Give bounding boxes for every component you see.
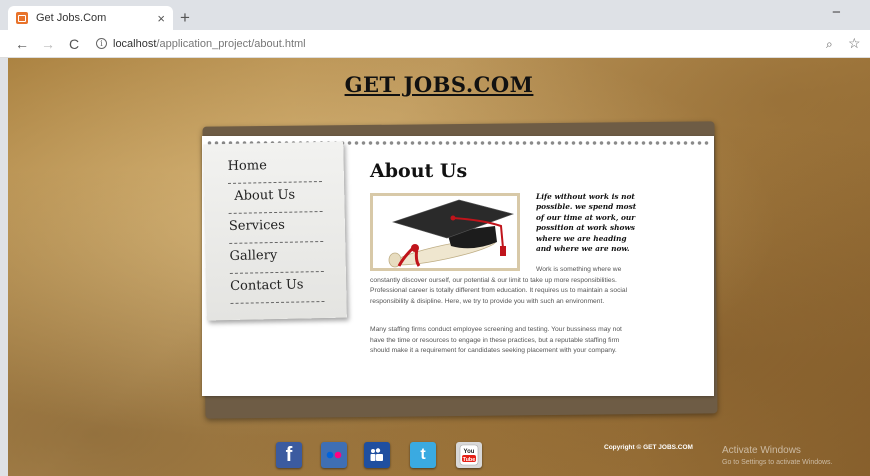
- site-favicon-icon: [16, 12, 28, 24]
- reload-icon[interactable]: C: [64, 36, 84, 52]
- tab-close-icon[interactable]: ×: [157, 11, 165, 26]
- youtube-label-tube: Tube: [463, 457, 476, 463]
- youtube-label-you: You: [464, 449, 475, 455]
- page-title: About Us: [370, 160, 468, 182]
- copyright-prefix: Copyright ©: [604, 444, 642, 451]
- about-paragraph-1: Work is something where we constantly di…: [370, 266, 628, 305]
- bookmark-star-icon[interactable]: ☆: [848, 35, 861, 52]
- address-bar[interactable]: localhost/application_project/about.html: [113, 38, 306, 50]
- url-path: /application_project/about.html: [156, 37, 306, 50]
- nav-item-home[interactable]: Home: [227, 152, 322, 184]
- new-tab-button[interactable]: +: [180, 8, 190, 28]
- url-host: localhost: [113, 37, 157, 50]
- nav-item-contact-us[interactable]: Contact Us: [229, 271, 325, 304]
- nav-menu: Home About Us Services Gallery Contact U…: [203, 141, 347, 321]
- nav-item-gallery[interactable]: Gallery: [229, 241, 324, 274]
- nav-item-services[interactable]: Services: [228, 211, 324, 244]
- nav-item-about-us[interactable]: About Us: [228, 182, 323, 214]
- browser-tab-bar: Get Jobs.Com × + −: [0, 0, 870, 30]
- copyright-text: Copyright © GET JOBS.COM: [604, 444, 693, 451]
- myspace-icon[interactable]: [364, 442, 390, 468]
- zoom-icon[interactable]: ⌕: [826, 37, 833, 52]
- watermark-subtitle: Go to Settings to activate Windows.: [722, 459, 833, 466]
- browser-toolbar: ← → C i localhost/application_project/ab…: [0, 30, 870, 58]
- youtube-icon[interactable]: You Tube: [456, 442, 482, 468]
- main-content: About Us: [370, 160, 632, 190]
- windows-activation-watermark: Activate Windows Go to Settings to activ…: [722, 445, 833, 469]
- flickr-icon[interactable]: [321, 442, 347, 468]
- watermark-title: Activate Windows: [722, 445, 801, 456]
- page-viewport: GET JOBS.COM Home About Us Services Gall…: [8, 58, 870, 476]
- browser-tab[interactable]: Get Jobs.Com ×: [8, 6, 173, 30]
- copyright-link[interactable]: GET JOBS.COM: [643, 444, 693, 451]
- twitter-icon[interactable]: t: [410, 442, 436, 468]
- forward-arrow-icon[interactable]: →: [38, 36, 58, 52]
- site-title[interactable]: GET JOBS.COM: [8, 72, 870, 97]
- quote-text: Life without work is not possible. we sp…: [536, 192, 637, 254]
- site-info-icon[interactable]: i: [96, 38, 107, 49]
- tab-title: Get Jobs.Com: [36, 12, 107, 24]
- minimize-button[interactable]: −: [832, 4, 841, 21]
- back-arrow-icon[interactable]: ←: [12, 36, 32, 52]
- graduation-cap-image: [370, 193, 520, 271]
- about-paragraph-2: Many staffing firms conduct employee scr…: [370, 326, 622, 355]
- facebook-icon[interactable]: f: [276, 442, 302, 468]
